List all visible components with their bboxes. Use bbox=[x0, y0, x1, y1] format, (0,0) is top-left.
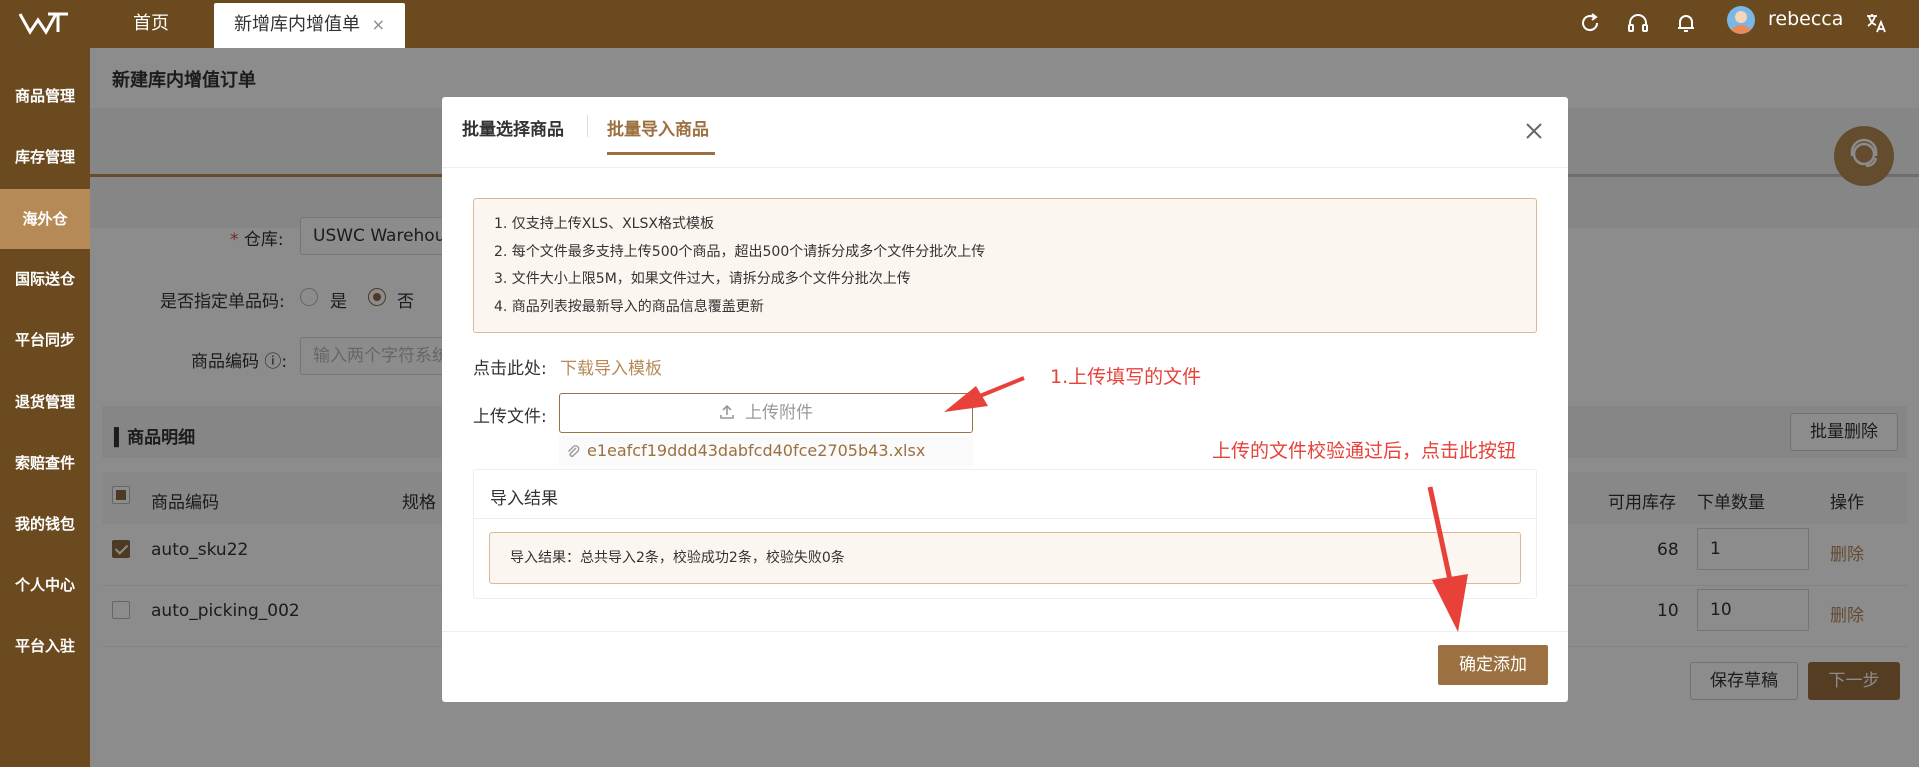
username[interactable]: rebecca bbox=[1768, 8, 1843, 30]
active-tab-indicator bbox=[607, 152, 715, 155]
tab-divider bbox=[587, 115, 588, 137]
sidebar-item-returns[interactable]: 退货管理 bbox=[0, 372, 90, 432]
confirm-add-button[interactable]: 确定添加 bbox=[1438, 645, 1548, 685]
sidebar: 商品管理 库存管理 海外仓 国际送仓 平台同步 退货管理 索赔查件 我的钱包 个… bbox=[0, 48, 90, 767]
sidebar-item-platform-sync[interactable]: 平台同步 bbox=[0, 310, 90, 370]
sidebar-item-claims[interactable]: 索赔查件 bbox=[0, 433, 90, 493]
import-notice: 1. 仅支持上传XLS、XLSX格式模板 2. 每个文件最多支持上传500个商品… bbox=[473, 198, 1537, 333]
paperclip-icon bbox=[568, 445, 580, 457]
sidebar-item-wallet[interactable]: 我的钱包 bbox=[0, 494, 90, 554]
sidebar-item-inventory[interactable]: 库存管理 bbox=[0, 127, 90, 187]
notice-line: 4. 商品列表按最新导入的商品信息覆盖更新 bbox=[494, 299, 764, 315]
sidebar-item-intl-delivery[interactable]: 国际送仓 bbox=[0, 249, 90, 309]
top-bar: 首页 新增库内增值单 × rebecca bbox=[0, 0, 1919, 48]
sidebar-item-overseas-warehouse[interactable]: 海外仓 bbox=[0, 189, 90, 249]
avatar[interactable] bbox=[1727, 6, 1755, 34]
modal-footer-divider bbox=[442, 631, 1568, 632]
result-message: 导入结果：总共导入2条，校验成功2条，校验失败0条 bbox=[489, 532, 1521, 584]
file-name: e1eafcf19ddd43dabfcd40fce2705b43.xlsx bbox=[587, 441, 926, 460]
template-label: 点击此处: bbox=[473, 359, 547, 379]
headset-icon[interactable] bbox=[1626, 11, 1650, 35]
sidebar-item-profile[interactable]: 个人中心 bbox=[0, 555, 90, 615]
bell-icon[interactable] bbox=[1674, 11, 1698, 35]
upload-button-label: 上传附件 bbox=[745, 403, 813, 423]
upload-label: 上传文件: bbox=[473, 407, 547, 427]
tab-batch-import[interactable]: 批量导入商品 bbox=[607, 115, 709, 140]
tab-close-icon[interactable]: × bbox=[372, 3, 385, 47]
uploaded-file[interactable]: e1eafcf19ddd43dabfcd40fce2705b43.xlsx bbox=[559, 436, 973, 466]
result-title: 导入结果 bbox=[490, 489, 558, 509]
tab-new-value-added-order[interactable]: 新增库内增值单 × bbox=[214, 3, 405, 48]
import-modal: 批量选择商品 批量导入商品 1. 仅支持上传XLS、XLSX格式模板 2. 每个… bbox=[442, 97, 1568, 702]
translate-icon[interactable] bbox=[1864, 11, 1888, 35]
upload-attachment-button[interactable]: 上传附件 bbox=[559, 393, 973, 433]
confirm-hint-annotation: 上传的文件校验通过后，点击此按钮 bbox=[1212, 440, 1517, 462]
sidebar-item-products[interactable]: 商品管理 bbox=[0, 66, 90, 126]
avatar-icon bbox=[1730, 11, 1752, 34]
notice-line: 1. 仅支持上传XLS、XLSX格式模板 bbox=[494, 216, 714, 232]
import-result-panel: 导入结果 导入结果：总共导入2条，校验成功2条，校验失败0条 bbox=[473, 469, 1537, 599]
tab-batch-select[interactable]: 批量选择商品 bbox=[462, 115, 564, 140]
download-template-link[interactable]: 下载导入模板 bbox=[560, 354, 662, 379]
close-icon[interactable] bbox=[1522, 119, 1546, 143]
modal-header-divider bbox=[442, 167, 1568, 168]
refresh-icon[interactable] bbox=[1578, 11, 1602, 35]
upload-hint-annotation: 1.上传填写的文件 bbox=[1050, 366, 1202, 388]
upload-icon bbox=[720, 404, 734, 419]
sidebar-item-platform-join[interactable]: 平台入驻 bbox=[0, 616, 90, 676]
tab-home[interactable]: 首页 bbox=[133, 0, 169, 48]
notice-line: 3. 文件大小上限5M，如果文件过大，请拆分成多个文件分批次上传 bbox=[494, 271, 911, 287]
tab-label: 新增库内增值单 bbox=[234, 14, 360, 35]
logo-icon bbox=[18, 12, 68, 35]
result-divider bbox=[474, 518, 1536, 519]
notice-line: 2. 每个文件最多支持上传500个商品，超出500个请拆分成多个文件分批次上传 bbox=[494, 244, 986, 260]
